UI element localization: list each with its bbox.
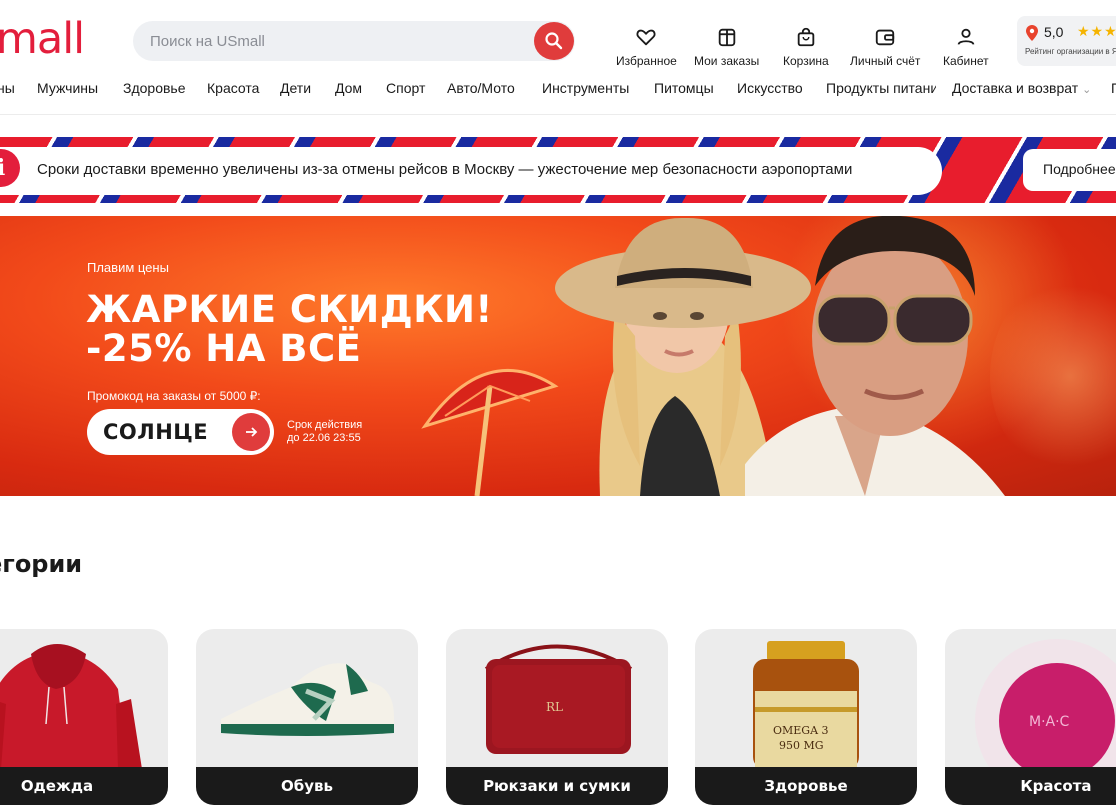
nav-item-delivery[interactable]: Доставка и возврат ⌄	[952, 80, 1091, 96]
nav-item-auto[interactable]: Авто/Мото	[447, 80, 515, 96]
user-icon	[957, 28, 975, 45]
nav-item-health[interactable]: Здоровье	[123, 80, 186, 96]
rating-caption: Рейтинг организации в Я	[1025, 47, 1116, 56]
delivery-label: Доставка и возврат	[952, 80, 1079, 96]
cart-bag-icon	[797, 27, 815, 47]
nav-item-more[interactable]: П	[1111, 80, 1116, 96]
nav-item-men[interactable]: Мужчины	[37, 80, 98, 96]
nav-item-tools[interactable]: Инструменты	[542, 80, 629, 96]
category-label-bags: Рюкзаки и сумки	[446, 767, 668, 805]
sneaker-image	[221, 663, 394, 736]
arrow-right-icon	[232, 413, 270, 451]
personal-account-label: Личный счёт	[850, 54, 921, 68]
heart-icon	[636, 29, 656, 46]
notice-more-button[interactable]: Подробнее	[1023, 149, 1116, 191]
organization-rating[interactable]: 5,0 ★★★ Рейтинг организации в Я	[1017, 16, 1116, 66]
banner-small-text: Плавим цены	[87, 260, 169, 275]
nav-item-pets[interactable]: Питомцы	[654, 80, 714, 96]
nav-item-beauty[interactable]: Красота	[207, 80, 259, 96]
search-input[interactable]	[133, 21, 533, 61]
nav-divider	[0, 114, 1116, 115]
banner-title-line1: ЖАРКИЕ СКИДКИ!	[86, 288, 493, 331]
promo-validity: Срок действия до 22.06 23:55	[287, 419, 362, 445]
category-card-bags[interactable]: RL Рюкзаки и сумки	[446, 629, 668, 805]
nav-item-women[interactable]: ны	[0, 80, 15, 96]
category-nav: ны Мужчины Здоровье Красота Дети Дом Спо…	[0, 80, 1116, 102]
svg-text:RL: RL	[546, 700, 563, 714]
promo-validity-line1: Срок действия	[287, 419, 363, 431]
category-card-clothing[interactable]: Одежда	[0, 629, 168, 805]
cosmetics-image: M·A·C	[975, 639, 1116, 769]
rating-stars: ★★★	[1077, 23, 1116, 39]
promo-banner[interactable]: Плавим цены ЖАРКИЕ СКИДКИ! -25% НА ВСЁ П…	[0, 216, 1116, 496]
promo-code-button[interactable]: СОЛНЦЕ	[87, 409, 274, 455]
svg-text:M·A·C: M·A·C	[1029, 714, 1070, 730]
category-card-health[interactable]: OMEGA 3 950 MG Здоровье	[695, 629, 917, 805]
cabinet-button[interactable]: Кабинет	[943, 26, 989, 68]
banner-title-line2: -25% НА ВСЁ	[86, 327, 362, 370]
favorites-button[interactable]: Избранное	[616, 26, 677, 68]
category-label-clothing: Одежда	[0, 767, 168, 805]
search-bar	[133, 21, 575, 61]
cart-label: Корзина	[783, 54, 829, 68]
man-with-sunglasses-photo	[745, 216, 1005, 496]
orders-icon	[718, 28, 735, 47]
nav-item-home[interactable]: Дом	[335, 80, 362, 96]
banner-title: ЖАРКИЕ СКИДКИ! -25% НА ВСЁ	[86, 290, 493, 368]
personal-account-button[interactable]: Личный счёт	[850, 26, 920, 68]
nav-item-art[interactable]: Искусство	[737, 80, 803, 96]
category-label-shoes: Обувь	[196, 767, 418, 805]
category-label-health: Здоровье	[695, 767, 917, 805]
chevron-down-icon: ⌄	[1082, 84, 1092, 96]
svg-text:950 MG: 950 MG	[779, 739, 824, 752]
promo-label: Промокод на заказы от 5000 ₽:	[87, 389, 261, 403]
vitamin-bottle-image: OMEGA 3 950 MG	[753, 641, 859, 769]
favorites-label: Избранное	[616, 54, 677, 68]
search-icon	[545, 32, 563, 50]
svg-text:OMEGA 3: OMEGA 3	[773, 724, 829, 737]
page: mall Избранное Мои заказы Корзина Личный…	[0, 0, 1116, 810]
my-orders-label: Мои заказы	[694, 54, 760, 68]
category-card-beauty[interactable]: M·A·C Красота	[945, 629, 1116, 805]
umbrella-illustration	[421, 368, 559, 496]
nav-item-sport[interactable]: Спорт	[386, 80, 425, 96]
category-label-beauty: Красота	[945, 767, 1116, 805]
nav-item-food[interactable]: Продукты питани	[826, 80, 936, 96]
wallet-icon	[876, 29, 895, 46]
search-button[interactable]	[534, 22, 574, 60]
map-pin-icon	[1026, 25, 1038, 41]
notice-text: Сроки доставки временно увеличены из-за …	[37, 161, 853, 178]
my-orders-button[interactable]: Мои заказы	[694, 26, 759, 68]
nav-item-kids[interactable]: Дети	[280, 80, 311, 96]
notice-banner: i Сроки доставки временно увеличены из-з…	[0, 137, 1116, 203]
handbag-image: RL	[484, 644, 633, 754]
usmall-logo[interactable]: mall	[0, 14, 85, 64]
cart-button[interactable]: Корзина	[783, 26, 829, 68]
cabinet-label: Кабинет	[943, 54, 989, 68]
hoodie-image	[0, 644, 142, 769]
promo-validity-line2: до 22.06 23:55	[287, 432, 361, 444]
category-card-shoes[interactable]: Обувь	[196, 629, 418, 805]
categories-heading: егории	[0, 550, 83, 578]
rating-value: 5,0	[1044, 24, 1064, 40]
promo-code: СОЛНЦЕ	[103, 420, 209, 444]
